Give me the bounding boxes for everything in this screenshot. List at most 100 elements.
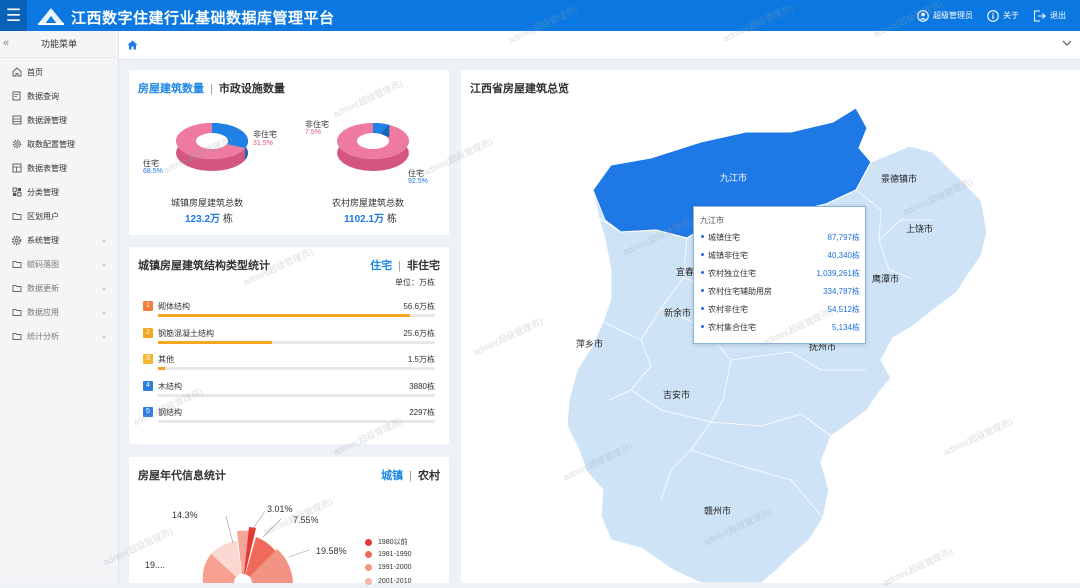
map-tooltip: 九江市 城镇住宅 87,797栋 城镇非住宅 40,340栋 农村独立住宅 1,039,2… — [693, 206, 866, 344]
sidebar-item-label: 首页 — [27, 67, 43, 77]
legend-item[interactable]: 1980以前 — [365, 537, 408, 547]
sidebar-item-5[interactable]: 分类管理 — [0, 180, 118, 204]
rural-nonres-pct: 7.5% — [305, 129, 321, 136]
structure-label: 钢筋混凝土结构 — [158, 328, 214, 338]
app-title: 江西数字住建行业基础数据库管理平台 — [71, 10, 335, 27]
progress-track — [158, 420, 435, 423]
sidebar-item-3[interactable]: 取数配置管理 — [0, 132, 118, 156]
tab-rural[interactable]: 农村 — [418, 470, 440, 482]
tab-building-count[interactable]: 房屋建筑数量 — [138, 83, 204, 95]
home-icon[interactable] — [127, 40, 138, 52]
map-city-label[interactable]: 上饶市 — [906, 222, 933, 235]
user-icon — [917, 9, 929, 22]
tooltip-value: 40,340栋 — [827, 251, 860, 260]
age-label-2: 3.01% — [267, 504, 293, 514]
sidebar-item-label: 数据表管理 — [27, 163, 67, 173]
breadcrumb-bar — [119, 31, 1080, 60]
sidebar-item-label: 统计分析 — [27, 331, 59, 341]
folder-icon — [11, 259, 22, 270]
tab-urban[interactable]: 城镇 — [381, 470, 403, 482]
structure-type-panel: 城镇房屋建筑结构类型统计 住宅 | 非住宅 单位：万栋 1 砌体结构 56.6万栋 2 钢筋… — [129, 247, 449, 444]
tab-residential[interactable]: 住宅 — [370, 260, 392, 272]
map-city-label[interactable]: 赣州市 — [704, 504, 731, 517]
sidebar-title: 功能菜单 — [40, 39, 77, 49]
tab-nonresidential[interactable]: 非住宅 — [407, 260, 440, 272]
sidebar-item-label: 数据更新 — [27, 283, 59, 293]
settings-icon — [11, 235, 22, 246]
sidebar-item-2[interactable]: 数据源管理 — [0, 108, 118, 132]
map-city-label[interactable]: 吉安市 — [663, 388, 690, 401]
structure-value: 56.6万栋 — [403, 302, 435, 311]
tab-municipal-count[interactable]: 市政设施数量 — [219, 83, 285, 95]
user-menu[interactable]: 超级管理员 — [917, 9, 973, 22]
urban-total: 123.2万 栋 — [185, 210, 233, 225]
rural-total-value: 1102.1万 — [344, 214, 385, 225]
bullet-icon — [701, 235, 704, 238]
progress-track — [158, 367, 435, 370]
map-city-label[interactable]: 鹰潭市 — [872, 272, 899, 285]
legend-label: 2001-2010 — [378, 577, 412, 585]
about-link[interactable]: 关于 — [987, 9, 1019, 22]
sidebar-item-1[interactable]: 数据查询 — [0, 84, 118, 108]
sidebar-item-7[interactable]: 系统管理 ⌄ — [0, 228, 118, 252]
urban-res-pct: 68.5% — [143, 168, 163, 175]
legend-item[interactable]: 2001-2010 — [365, 577, 412, 585]
logout-icon — [1033, 9, 1046, 22]
progress-track — [158, 314, 435, 317]
collapse-icon[interactable]: « — [3, 30, 9, 57]
structure-panel-title: 城镇房屋建筑结构类型统计 — [138, 260, 270, 272]
sidebar-item-10[interactable]: 数据应用 ⌄ — [0, 300, 118, 324]
rural-total: 1102.1万 栋 — [344, 210, 397, 225]
legend-label: 1981-1990 — [378, 550, 412, 558]
tooltip-value: 54,512栋 — [827, 305, 860, 314]
hamburger-menu-icon[interactable]: ☰ — [0, 0, 27, 31]
chevron-down-icon: ⌄ — [101, 261, 107, 268]
legend-item[interactable]: 1991-2000 — [365, 564, 411, 571]
sidebar-item-11[interactable]: 统计分析 ⌄ — [0, 324, 118, 348]
rank-badge: 2 — [143, 327, 153, 338]
grid-icon — [11, 187, 22, 198]
age-label-4: 19.58% — [316, 546, 347, 556]
chevron-down-icon[interactable] — [1062, 39, 1072, 49]
map-city-label[interactable]: 萍乡市 — [576, 337, 603, 350]
legend-dot — [365, 564, 372, 571]
legend-item[interactable]: 1981-1990 — [365, 550, 412, 558]
rank-badge: 4 — [143, 380, 153, 391]
about-label: 关于 — [1003, 11, 1019, 20]
urban-nonres-pct: 31.5% — [253, 140, 273, 147]
sidebar-item-label: 赋码落图 — [27, 259, 59, 269]
logout-link[interactable]: 退出 — [1033, 9, 1066, 22]
sidebar-item-9[interactable]: 数据更新 ⌄ — [0, 276, 118, 300]
age-label-1: 14.3% — [172, 510, 198, 520]
age-label-3: 7.55% — [293, 515, 319, 525]
rank-badge: 5 — [143, 407, 153, 417]
sidebar-item-label: 取数配置管理 — [27, 139, 75, 149]
tooltip-key: 农村非住宅 — [708, 305, 748, 314]
sidebar-item-0[interactable]: 首页 — [0, 60, 118, 84]
sidebar-item-8[interactable]: 赋码落图 ⌄ — [0, 252, 118, 276]
bullet-icon — [701, 289, 704, 292]
progress-fill — [158, 314, 411, 317]
chevron-down-icon: ⌄ — [101, 309, 107, 316]
map-city-label[interactable]: 九江市 — [720, 171, 747, 184]
bullet-icon — [701, 307, 704, 310]
map-city-label[interactable]: 新余市 — [664, 306, 691, 319]
tooltip-key: 城镇住宅 — [708, 233, 740, 242]
table-icon — [11, 163, 22, 174]
map-city-label[interactable]: 景德镇市 — [881, 172, 917, 185]
sidebar-item-label: 数据查询 — [27, 91, 59, 101]
map-city-label[interactable]: 宜春 — [676, 265, 694, 278]
sidebar: « 功能菜单 首页数据查询数据源管理取数配置管理 数据表管理分类管理 区划用户 系统管… — [0, 31, 119, 583]
structure-tabs: 住宅 | 非住宅 — [370, 260, 440, 272]
folder-icon — [11, 331, 22, 342]
sidebar-item-4[interactable]: 数据表管理 — [0, 156, 118, 180]
tooltip-key: 农村住宅辅助用房 — [708, 287, 772, 296]
progress-fill — [158, 367, 165, 370]
sidebar-item-6[interactable]: 区划用户 — [0, 204, 118, 228]
rural-total-caption: 农村房屋建筑总数 — [332, 198, 405, 208]
bullet-icon — [701, 253, 704, 256]
rank-badge: 3 — [143, 354, 153, 364]
urban-total-value: 123.2万 — [185, 214, 221, 225]
folder-icon — [11, 283, 22, 294]
structure-label: 木结构 — [158, 381, 182, 391]
